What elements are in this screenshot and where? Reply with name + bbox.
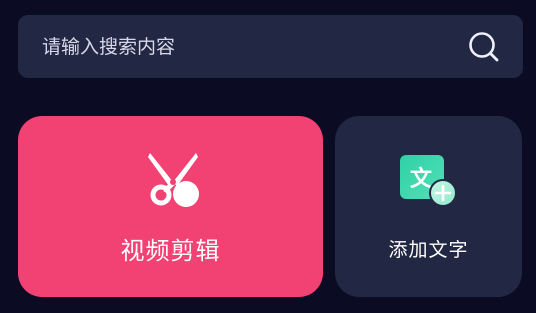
add-text-icon: 文 — [398, 153, 460, 213]
search-bar[interactable] — [18, 15, 523, 78]
search-icon[interactable] — [467, 30, 501, 64]
add-text-card[interactable]: 文 添加文字 — [335, 116, 522, 297]
add-text-label: 添加文字 — [388, 239, 469, 261]
scissors-icon — [144, 153, 202, 211]
video-edit-card[interactable]: 视频剪辑 — [18, 116, 323, 297]
text-icon-glyph: 文 — [410, 166, 433, 192]
video-edit-label: 视频剪辑 — [120, 237, 221, 265]
search-input[interactable] — [42, 26, 467, 67]
